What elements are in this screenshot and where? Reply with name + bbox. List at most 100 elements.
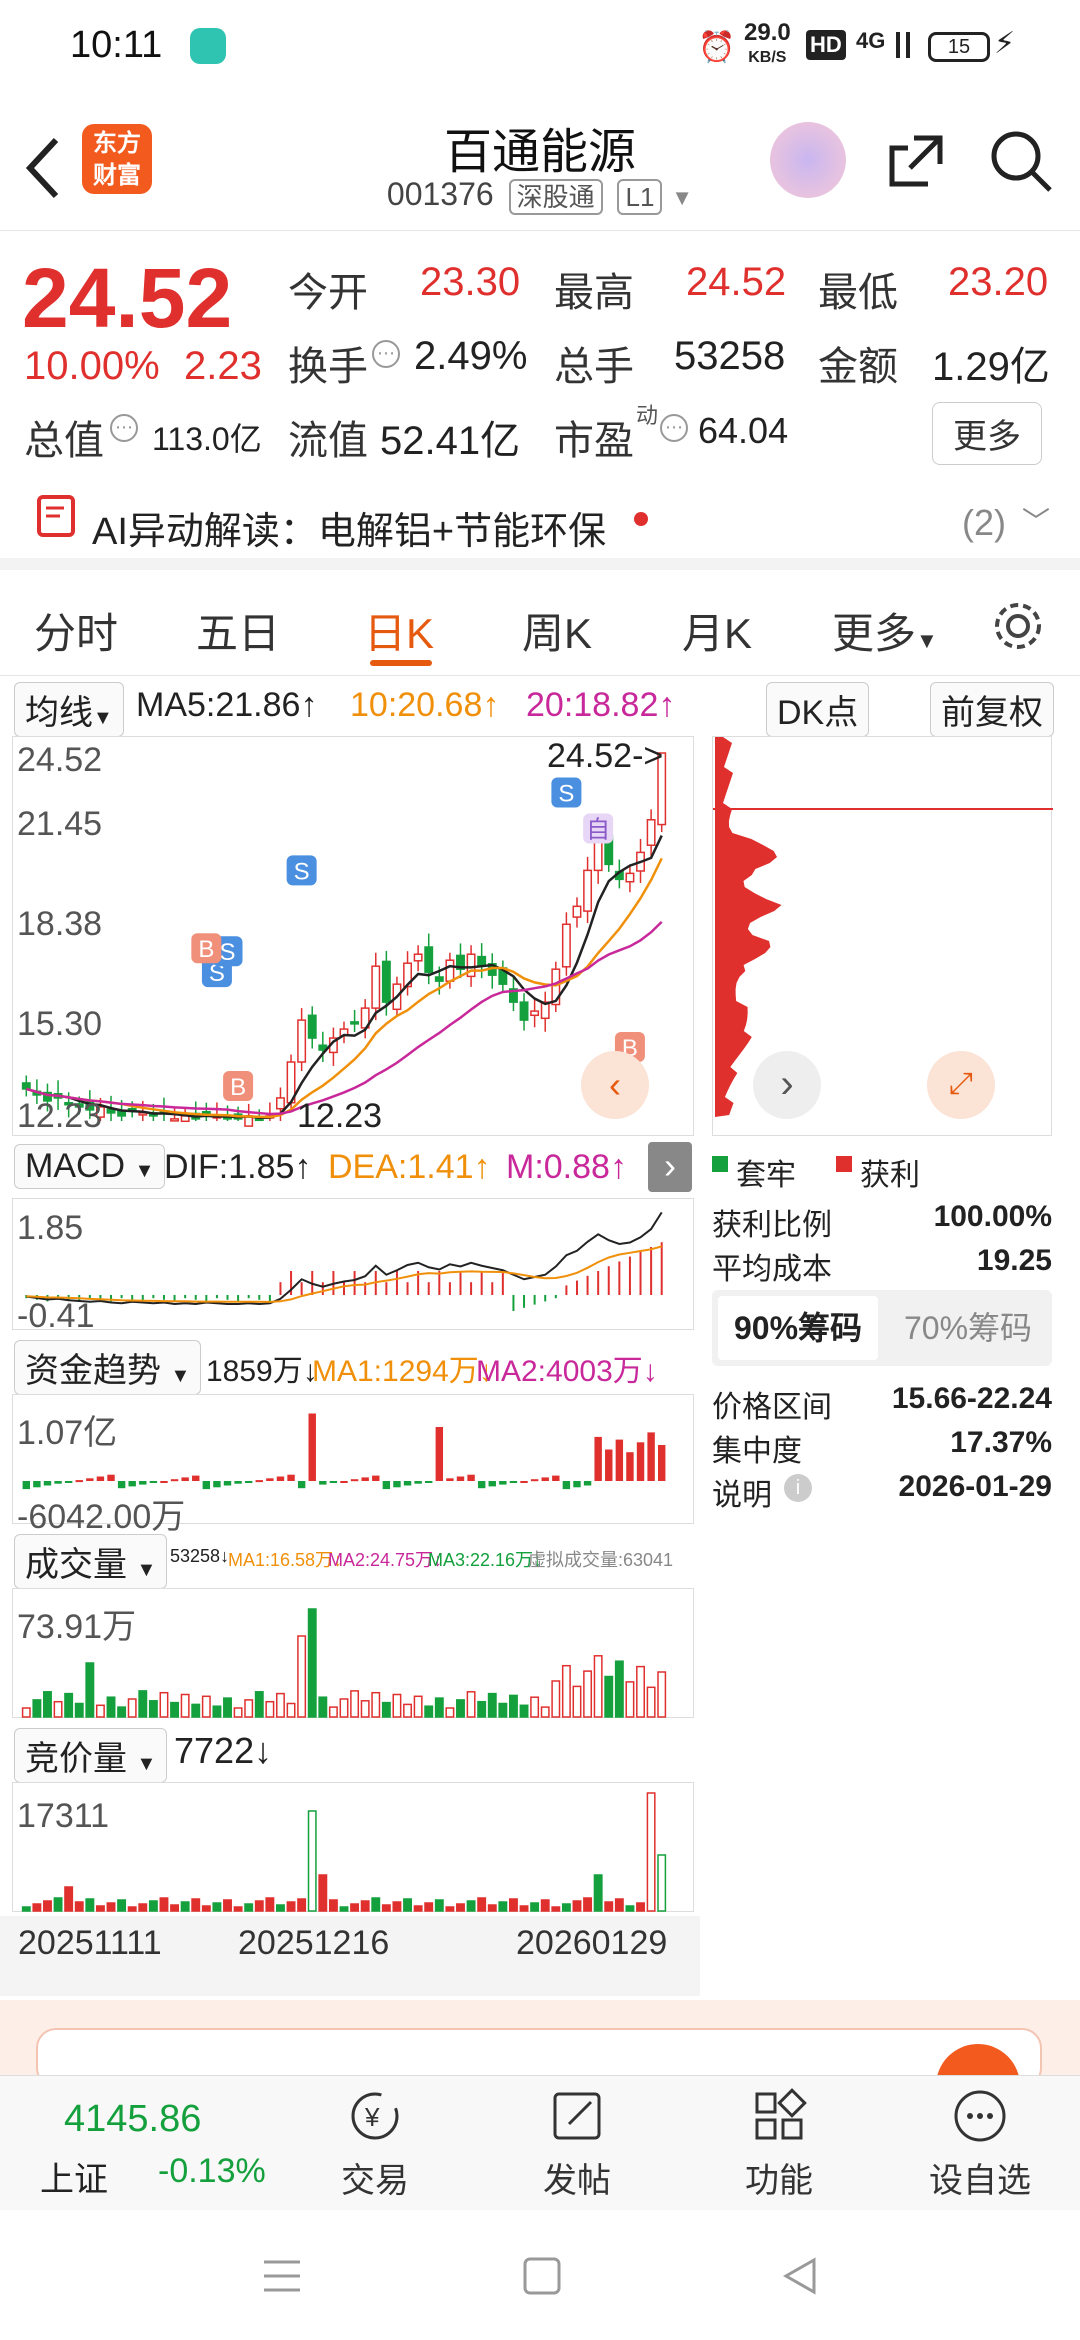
ai-insight-count: (2): [962, 502, 1006, 543]
expand-icon[interactable]: ⤢: [927, 1051, 995, 1119]
fund-bar: [33, 1481, 41, 1488]
volume-bar: [593, 1655, 603, 1718]
dk-point-button[interactable]: DK点: [766, 682, 870, 737]
fund-bar: [160, 1481, 168, 1483]
dropdown-icon[interactable]: ▼: [671, 185, 693, 210]
auction-bar: [318, 1874, 328, 1912]
auction-bar: [445, 1906, 455, 1912]
auction-bar: [297, 1898, 307, 1912]
info-icon[interactable]: ⋯: [660, 414, 688, 442]
volume-bar: [223, 1697, 232, 1718]
ma-selector[interactable]: 均线▼: [14, 682, 124, 737]
fund-bar: [477, 1481, 486, 1489]
volume-selector[interactable]: 成交量 ▼: [14, 1534, 168, 1589]
auction-bar: [350, 1903, 360, 1912]
auction-chart: 17311: [12, 1782, 694, 1912]
volume-chart: 73.91万: [12, 1588, 694, 1718]
note-label: 说明: [712, 1479, 772, 1512]
note-date: 2026-01-29: [898, 1470, 1052, 1503]
info-icon[interactable]: ⋯: [372, 340, 400, 368]
index-name[interactable]: 上证: [40, 2152, 108, 2201]
auction-bar: [21, 1906, 31, 1912]
fund-ma1: MA1:1294万↓: [312, 1355, 494, 1388]
volume-ma3: MA3:22.16万↓: [428, 1550, 543, 1570]
tab-monthly-k[interactable]: 月K: [682, 600, 752, 661]
search-icon[interactable]: [988, 128, 1054, 194]
chevron-down-icon[interactable]: ﹀: [1022, 500, 1050, 540]
tab-five-day[interactable]: 五日: [196, 600, 280, 661]
volume-bar: [403, 1703, 412, 1718]
nav-post[interactable]: 发帖: [522, 2088, 632, 2202]
auction-bar: [604, 1901, 614, 1912]
tab-intraday[interactable]: 分时: [34, 600, 118, 661]
high-label: 最高: [554, 271, 634, 315]
chip-tabs: 90%筹码 70%筹码: [712, 1290, 1052, 1366]
auction-bar: [360, 1900, 370, 1912]
promo-strip[interactable]: [0, 2000, 1080, 2128]
high-value: 24.52: [686, 260, 787, 304]
auction-selector[interactable]: 竞价量 ▼: [14, 1728, 168, 1783]
nav-trade[interactable]: ¥ 交易: [320, 2088, 430, 2202]
index-change[interactable]: -0.13%: [158, 2152, 266, 2191]
auction-bar: [636, 1902, 645, 1912]
amount-value: 1.29亿: [932, 345, 1050, 389]
candle-body: [445, 959, 455, 982]
nav-add-watchlist[interactable]: 设自选: [920, 2088, 1040, 2202]
fund-bar: [149, 1481, 158, 1483]
volume-bar: [106, 1696, 116, 1718]
chevron-right-icon[interactable]: ›: [648, 1142, 692, 1192]
tab-weekly-k[interactable]: 周K: [522, 600, 592, 661]
adjust-button[interactable]: 前复权: [930, 682, 1054, 737]
tab-chip-70[interactable]: 70%筹码: [888, 1296, 1048, 1360]
volume-bar: [477, 1700, 487, 1718]
auction-bar: [244, 1903, 254, 1912]
candle-body: [572, 905, 582, 918]
concentration-label: 集中度: [712, 1435, 802, 1468]
ai-assistant-icon[interactable]: [770, 122, 846, 198]
macd-selector[interactable]: MACD ▼: [14, 1144, 166, 1189]
auction-bar: [593, 1874, 603, 1912]
auction-bar: [456, 1903, 465, 1912]
float-cap-value: 52.41亿: [380, 419, 521, 463]
menu-icon[interactable]: [262, 2258, 302, 2294]
profit-legend-label: 获利: [860, 1159, 920, 1192]
auction-value: 7722↓: [174, 1730, 273, 1771]
info-icon[interactable]: ⋯: [110, 414, 138, 442]
last-price: 24.52: [22, 251, 233, 345]
tab-more[interactable]: 更多▼: [832, 600, 938, 661]
amount-label: 金额: [818, 345, 898, 389]
y-tick-label: 24.52: [17, 741, 103, 779]
fund-bar: [350, 1479, 359, 1482]
volume-bar: [117, 1706, 127, 1718]
fund-value: 1859万↓: [206, 1355, 318, 1388]
ma5-value: MA5:21.86↑: [136, 686, 318, 724]
share-icon[interactable]: [884, 130, 946, 192]
fund-bar: [594, 1436, 602, 1481]
ai-insight-bar[interactable]: AI异动解读：电解铝+节能环保 (2) ﹀: [0, 474, 1080, 570]
candle-body: [21, 1082, 31, 1090]
tab-daily-k[interactable]: 日K: [364, 600, 434, 661]
volume-bar: [276, 1692, 285, 1718]
chip-distribution-chart[interactable]: › ⤢: [712, 736, 1053, 1136]
kline-chart[interactable]: SSSS自BBB 24.52 21.45 18.38 15.30 12.23 2…: [12, 736, 694, 1136]
fund-bar: [657, 1445, 666, 1481]
info-icon[interactable]: i: [784, 1474, 812, 1502]
fund-selector[interactable]: 资金趋势 ▼: [14, 1340, 202, 1395]
back-triangle-icon[interactable]: [780, 2256, 820, 2296]
chevron-left-icon[interactable]: ‹: [581, 1051, 649, 1119]
candle-body: [593, 839, 603, 872]
volume-bar: [138, 1690, 148, 1718]
profit-legend-swatch: [836, 1156, 852, 1172]
gear-icon[interactable]: [990, 598, 1046, 654]
home-icon[interactable]: [522, 2256, 562, 2296]
more-quote-button[interactable]: 更多: [932, 402, 1042, 465]
bottom-nav: 4145.86 上证 -0.13% ¥ 交易 发帖 功能 设自选: [0, 2075, 1080, 2210]
candle-body: [583, 869, 593, 912]
tab-chip-90[interactable]: 90%筹码: [718, 1296, 878, 1360]
volume-bar: [487, 1692, 497, 1718]
nav-function[interactable]: 功能: [724, 2088, 834, 2202]
chevron-right-icon[interactable]: ›: [753, 1051, 821, 1119]
svg-text:¥: ¥: [364, 2102, 380, 2132]
index-value[interactable]: 4145.86: [64, 2098, 201, 2141]
volume-bar: [170, 1701, 180, 1718]
